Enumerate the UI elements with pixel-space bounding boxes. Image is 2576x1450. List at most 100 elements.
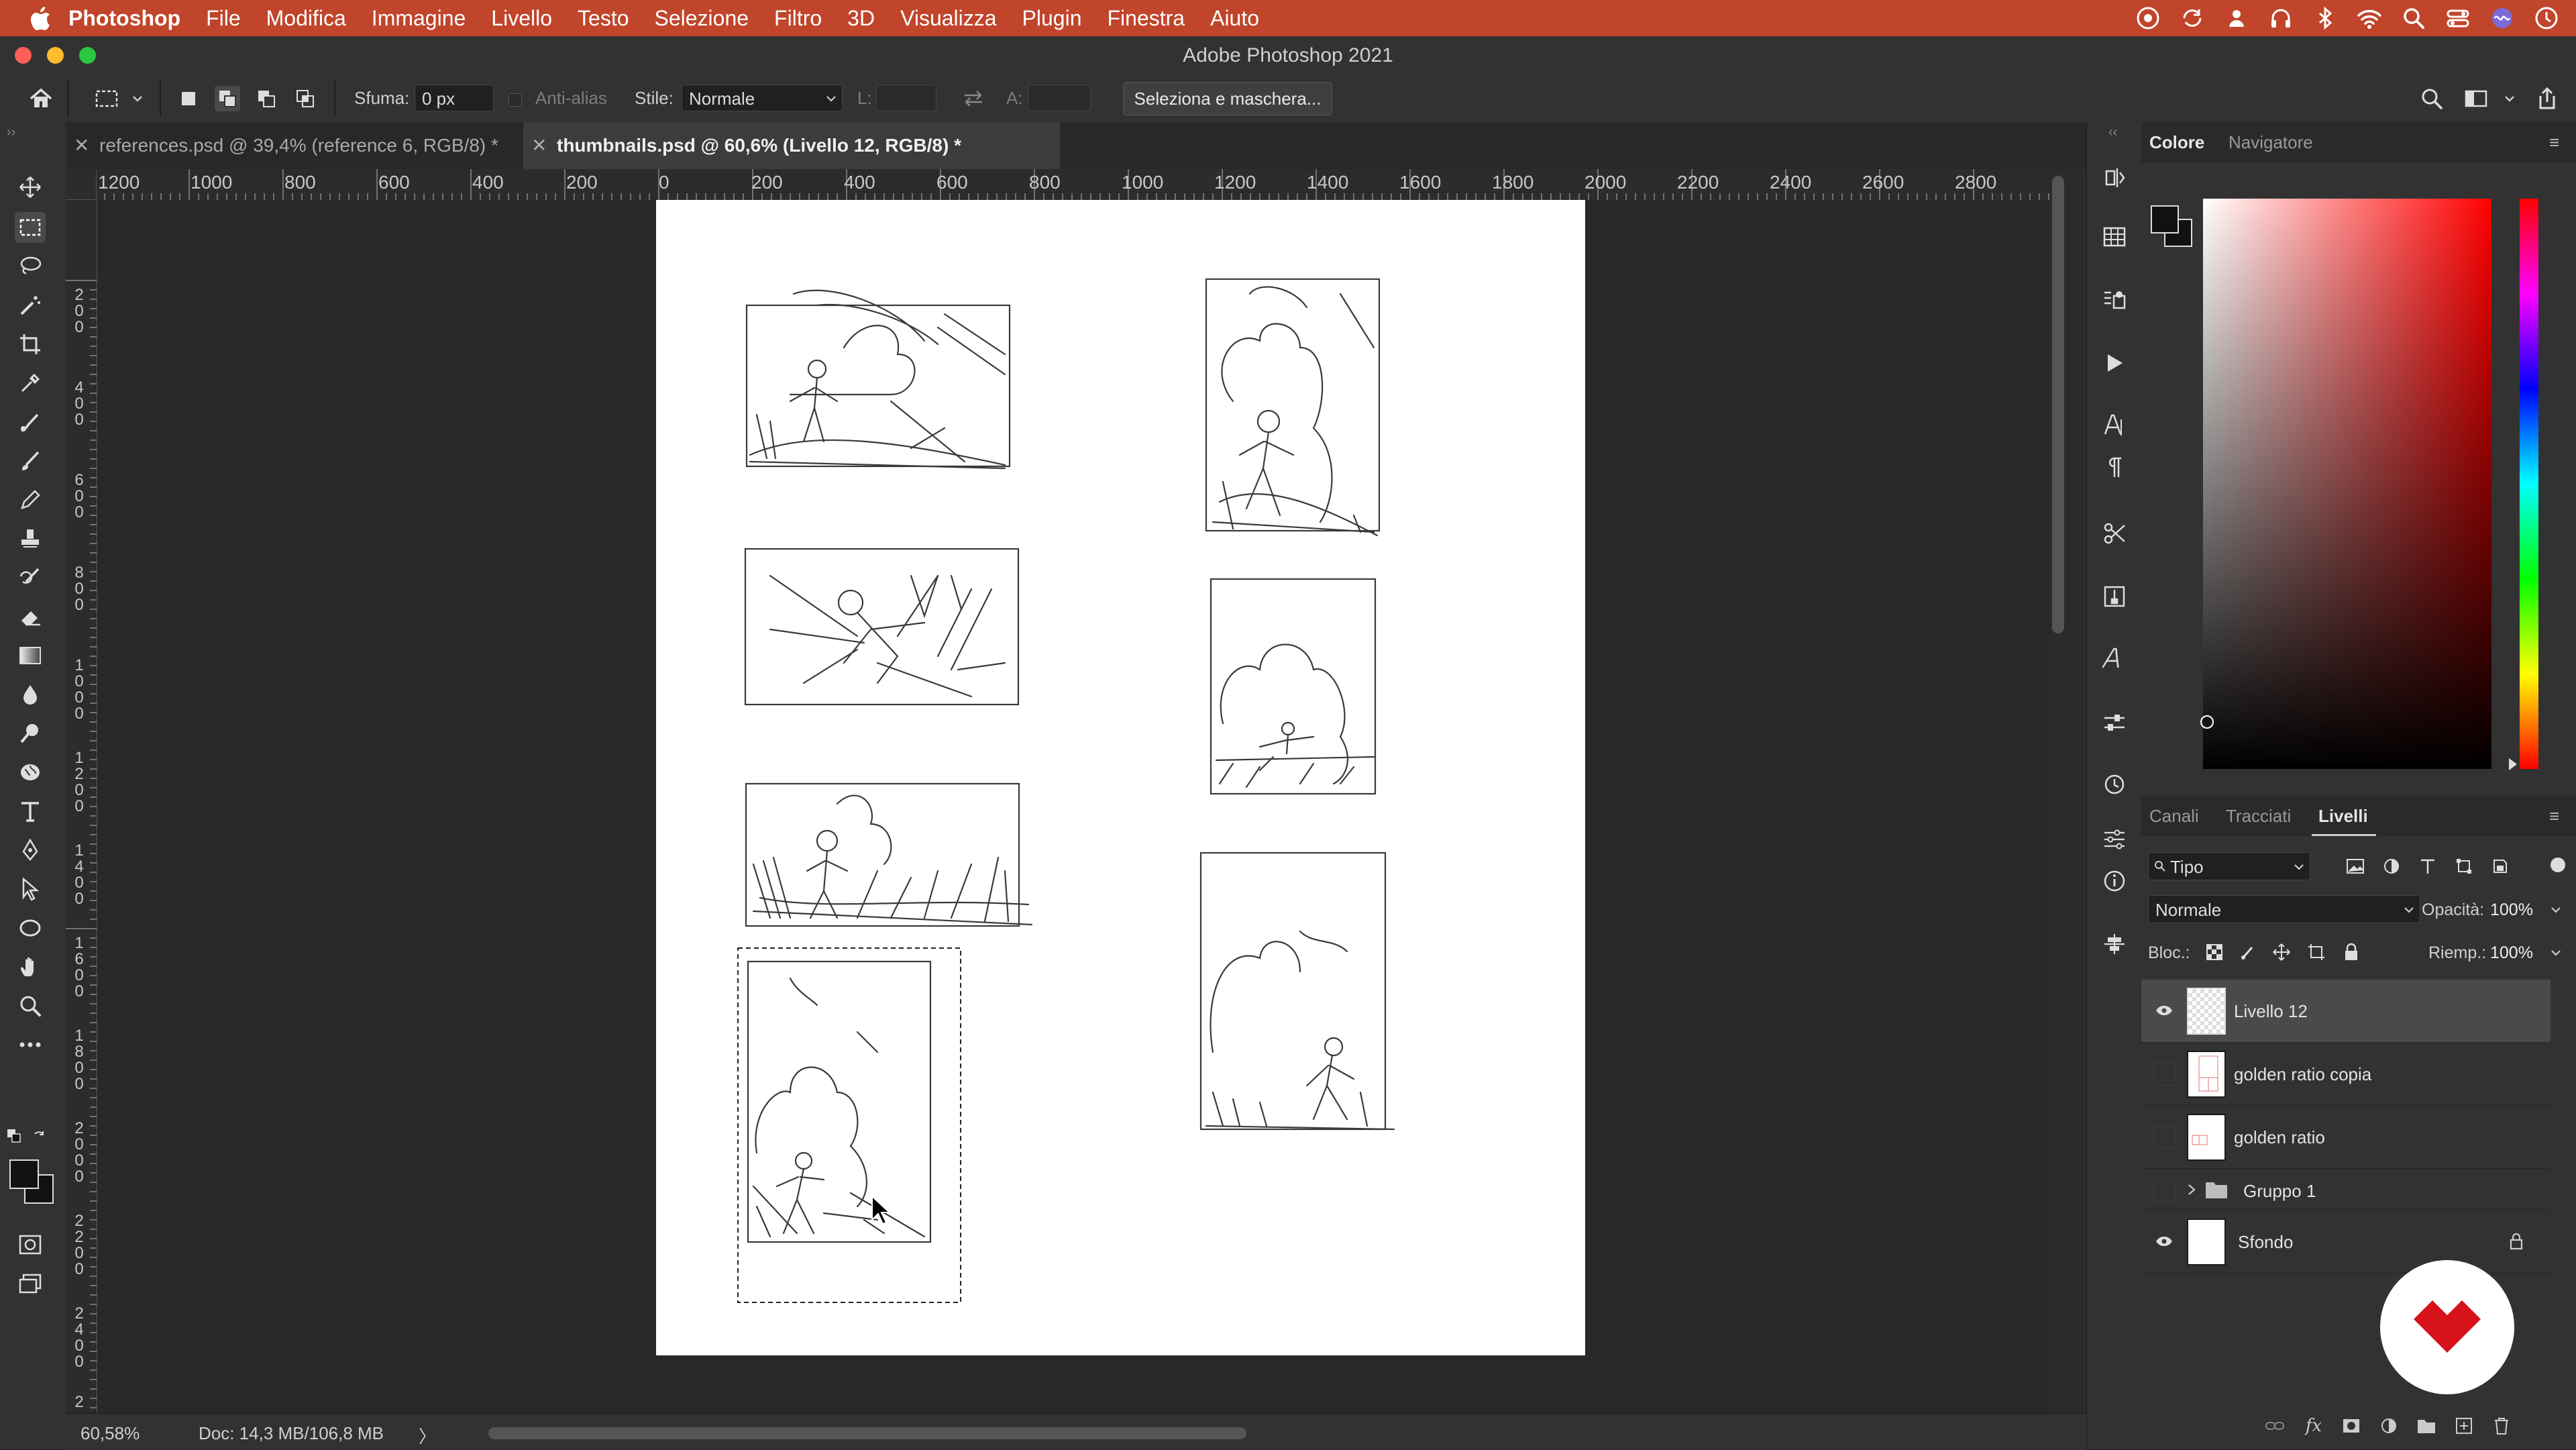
- height-input[interactable]: [1028, 85, 1091, 111]
- close-tab-icon[interactable]: ✕: [74, 122, 89, 169]
- swatches-grid-icon[interactable]: [2100, 223, 2129, 251]
- menu-app-name[interactable]: Photoshop: [68, 6, 180, 31]
- opacity-chevron-icon[interactable]: [2551, 906, 2561, 914]
- lasso-tool-icon[interactable]: [15, 251, 46, 282]
- antialias-checkbox[interactable]: [508, 93, 522, 107]
- layer-row-golden-ratio[interactable]: golden ratio: [2141, 1106, 2551, 1169]
- intersect-selection-icon[interactable]: [292, 86, 318, 111]
- new-selection-icon[interactable]: [176, 86, 201, 111]
- layer-row-gruppo-1[interactable]: Gruppo 1: [2141, 1169, 2551, 1210]
- bluetooth-icon[interactable]: [2310, 3, 2340, 33]
- add-to-selection-icon[interactable]: [215, 86, 240, 111]
- visibility-toggle[interactable]: [2153, 1063, 2176, 1086]
- filter-adjustment-icon[interactable]: [2377, 852, 2406, 880]
- history-states-icon[interactable]: [2100, 164, 2129, 192]
- paragraph-icon[interactable]: [2100, 454, 2129, 482]
- clock-icon[interactable]: [2532, 3, 2561, 33]
- foreground-background-swatch[interactable]: [9, 1159, 54, 1204]
- menu-modifica[interactable]: Modifica: [266, 6, 346, 31]
- info-icon[interactable]: [2100, 867, 2129, 895]
- rectangular-marquee-tool-icon[interactable]: [15, 212, 46, 243]
- sync-icon[interactable]: [2178, 3, 2207, 33]
- align-distribute-icon[interactable]: [2100, 930, 2129, 958]
- new-group-folder-icon[interactable]: [2412, 1412, 2440, 1440]
- wifi-icon[interactable]: [2355, 3, 2384, 33]
- layer-name[interactable]: Livello 12: [2234, 1001, 2308, 1022]
- history-clock-icon[interactable]: [2100, 770, 2129, 798]
- menu-testo[interactable]: Testo: [578, 6, 629, 31]
- color-field[interactable]: [2200, 199, 2491, 769]
- swap-colors-icon[interactable]: [32, 1129, 48, 1145]
- hue-slider[interactable]: [2520, 199, 2538, 769]
- width-input[interactable]: [876, 85, 936, 111]
- menu-filtro[interactable]: Filtro: [774, 6, 822, 31]
- hand-tool-icon[interactable]: [15, 951, 46, 982]
- filter-type-icon[interactable]: [2414, 852, 2442, 880]
- zoom-level[interactable]: 60,58%: [80, 1423, 140, 1444]
- brush-settings-icon[interactable]: [2100, 582, 2129, 611]
- filter-toggle[interactable]: [2551, 858, 2565, 872]
- layer-name[interactable]: Gruppo 1: [2243, 1181, 2316, 1202]
- fill-value[interactable]: 100%: [2490, 943, 2533, 963]
- eraser-tool-icon[interactable]: [15, 601, 46, 632]
- swap-dimensions-icon[interactable]: [961, 86, 986, 111]
- layer-row-sfondo[interactable]: Sfondo: [2141, 1210, 2551, 1274]
- status-arrow-icon[interactable]: 〉: [419, 1423, 436, 1448]
- user-icon[interactable]: [2222, 3, 2251, 33]
- visibility-toggle[interactable]: [2153, 1126, 2176, 1149]
- gradient-tool-icon[interactable]: [15, 640, 46, 671]
- eye-icon[interactable]: [2153, 1000, 2175, 1021]
- tab-colore[interactable]: Colore: [2149, 122, 2204, 162]
- healing-brush-tool-icon[interactable]: [15, 407, 46, 437]
- path-selection-tool-icon[interactable]: [15, 874, 46, 904]
- lock-position-icon[interactable]: [2267, 938, 2296, 966]
- headphones-icon[interactable]: [2266, 3, 2296, 33]
- lock-all-icon[interactable]: [2337, 938, 2365, 966]
- blur-tool-icon[interactable]: [15, 679, 46, 710]
- select-and-mask-button[interactable]: Seleziona e maschera...: [1123, 82, 1332, 115]
- layer-style-fx-icon[interactable]: fx: [2300, 1412, 2328, 1440]
- eye-icon[interactable]: [2153, 1231, 2175, 1252]
- menu-file[interactable]: File: [206, 6, 241, 31]
- hue-slider-handle[interactable]: [2509, 758, 2517, 770]
- siri-icon[interactable]: [2487, 3, 2517, 33]
- menu-immagine[interactable]: Immagine: [372, 6, 466, 31]
- add-mask-icon[interactable]: [2337, 1412, 2365, 1440]
- layer-name[interactable]: golden ratio: [2234, 1127, 2325, 1148]
- control-center-icon[interactable]: [2443, 3, 2473, 33]
- tab-tracciati[interactable]: Tracciati: [2226, 796, 2291, 836]
- menu-aiuto[interactable]: Aiuto: [1210, 6, 1259, 31]
- crop-tool-icon[interactable]: [15, 329, 46, 360]
- lock-pixels-icon[interactable]: [2234, 938, 2262, 966]
- search-icon[interactable]: [2419, 86, 2445, 111]
- type-tool-icon[interactable]: [15, 796, 46, 827]
- opacity-value[interactable]: 100%: [2490, 900, 2533, 920]
- workspace-chevron-icon[interactable]: [2497, 86, 2522, 111]
- layer-filter-select[interactable]: Tipo: [2148, 852, 2310, 880]
- brain-neural-icon[interactable]: [15, 757, 46, 788]
- style-select[interactable]: Normale: [682, 85, 843, 111]
- adjustments-icon[interactable]: [2100, 825, 2129, 853]
- fill-chevron-icon[interactable]: [2551, 949, 2561, 957]
- layer-row-golden-ratio-copia[interactable]: golden ratio copia: [2141, 1043, 2551, 1106]
- color-picker-ring[interactable]: [2200, 715, 2214, 729]
- filter-shape-icon[interactable]: [2450, 852, 2478, 880]
- document-canvas[interactable]: [656, 200, 1585, 1355]
- home-icon[interactable]: [28, 86, 54, 111]
- screen-mode-icon[interactable]: [15, 1268, 46, 1299]
- pen-tool-icon[interactable]: [15, 835, 46, 866]
- actions-play-icon[interactable]: [2100, 349, 2129, 377]
- menu-livello[interactable]: Livello: [491, 6, 552, 31]
- new-adjustment-layer-icon[interactable]: [2375, 1412, 2403, 1440]
- filter-smart-object-icon[interactable]: [2486, 852, 2514, 880]
- blend-mode-select[interactable]: Normale: [2148, 895, 2420, 923]
- subtract-selection-icon[interactable]: [254, 86, 279, 111]
- rect-marquee-preset-icon[interactable]: [94, 86, 119, 111]
- clone-stamp-tool-icon[interactable]: [15, 523, 46, 554]
- feather-input[interactable]: 0 px: [415, 85, 494, 111]
- filter-pixel-icon[interactable]: [2341, 852, 2369, 880]
- expand-group-icon[interactable]: [2187, 1184, 2196, 1196]
- history-brush-tool-icon[interactable]: [15, 562, 46, 593]
- layer-name[interactable]: golden ratio copia: [2234, 1064, 2371, 1085]
- brush-tool-icon[interactable]: [15, 446, 46, 476]
